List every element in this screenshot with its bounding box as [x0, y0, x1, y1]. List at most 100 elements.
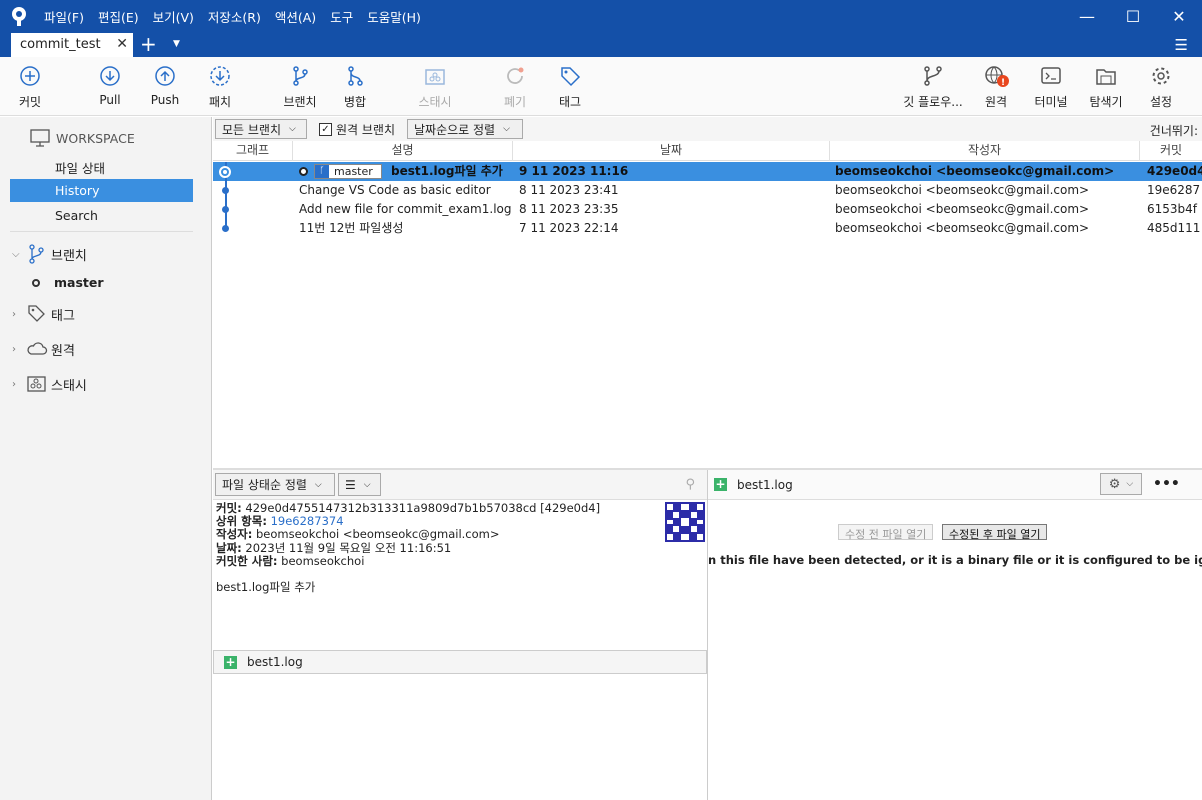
tag-icon: [561, 67, 581, 87]
repo-tab[interactable]: commit_test ✕: [11, 33, 133, 57]
merge-button[interactable]: 병합: [325, 65, 385, 110]
diff-file-name: best1.log: [737, 477, 793, 492]
sidebar-section-branches[interactable]: ⌵ 브랜치: [12, 244, 87, 264]
sidebar-item-search[interactable]: Search: [10, 204, 193, 227]
sidebar-item-file-status[interactable]: 파일 상태: [10, 154, 193, 177]
column-header-commit[interactable]: 커밋: [1140, 141, 1202, 161]
commit-description: 11번 12번 파일생성: [299, 221, 404, 235]
view-mode-dropdown[interactable]: ☰ ⌵: [338, 473, 381, 496]
remote-button[interactable]: ! 원격: [966, 65, 1026, 110]
toolbar: 커밋 Pull Push 패치 브랜치 병합 스태시 폐기 태그 깃 플로우..…: [0, 57, 1202, 116]
search-icon[interactable]: ⚲: [685, 477, 695, 492]
branch-icon: [293, 66, 308, 86]
open-after-button[interactable]: 수정된 후 파일 열기: [942, 524, 1048, 541]
hamburger-menu-icon[interactable]: ☰: [1175, 36, 1188, 54]
avatar: [665, 502, 705, 542]
more-options-icon[interactable]: •••: [1153, 476, 1180, 492]
remote-branches-checkbox[interactable]: ✓ 원격 브랜치: [319, 121, 395, 138]
current-branch-icon: [32, 278, 40, 287]
commit-description: Add new file for commit_exam1.log: [299, 202, 512, 216]
commit-row[interactable]: 11번 12번 파일생성 7 11 2023 22:14 beomseokcho…: [213, 219, 1202, 238]
commit-button[interactable]: 커밋: [0, 65, 60, 110]
globe-warning-icon: !: [985, 66, 1009, 87]
diff-options-button[interactable]: ⚙ ⌵: [1100, 473, 1142, 495]
folder-icon: [1096, 69, 1116, 85]
fetch-icon: [210, 66, 230, 86]
terminal-button[interactable]: 터미널: [1021, 65, 1081, 110]
close-window-button[interactable]: ✕: [1156, 0, 1202, 32]
commit-hash: 19e6287: [1147, 183, 1201, 197]
commit-row[interactable]: Add new file for commit_exam1.log 8 11 2…: [213, 200, 1202, 219]
commit-icon: [20, 66, 40, 86]
chevron-right-icon: ›: [12, 378, 16, 390]
window-controls: — ☐ ✕: [1064, 0, 1202, 32]
stash-button[interactable]: 스태시: [405, 65, 465, 110]
push-icon: [155, 66, 175, 86]
gear-icon: [1152, 67, 1170, 85]
branch-button[interactable]: 브랜치: [270, 65, 330, 110]
menu-tools[interactable]: 도구: [330, 7, 353, 26]
minimize-button[interactable]: —: [1064, 0, 1110, 32]
workspace-header: WORKSPACE: [30, 129, 135, 147]
column-header-author[interactable]: 작성자: [830, 141, 1140, 161]
fetch-button[interactable]: 패치: [190, 65, 250, 110]
discard-icon: [507, 67, 524, 84]
author-value: beomseokchoi <beomseokc@gmail.com>: [256, 527, 500, 542]
menu-view[interactable]: 보기(V): [153, 7, 194, 26]
push-button[interactable]: Push: [135, 65, 195, 107]
commit-full-hash: 429e0d4755147312b313311a9809d7b1b57038cd…: [245, 501, 601, 515]
commit-author: beomseokchoi <beomseokc@gmail.com>: [835, 221, 1090, 235]
add-tab-icon[interactable]: +: [140, 33, 157, 55]
head-commit-node: [219, 166, 231, 178]
menu-help[interactable]: 도움말(H): [367, 7, 421, 26]
sort-dropdown[interactable]: 날짜순으로 정렬 ⌵: [407, 119, 523, 139]
sidebar-item-history[interactable]: History: [10, 179, 193, 202]
column-header-graph[interactable]: 그래프: [213, 141, 293, 161]
file-added-icon: +: [714, 477, 727, 491]
file-sort-dropdown[interactable]: 파일 상태순 정렬 ⌵: [215, 473, 335, 496]
sidebar-section-stashes[interactable]: › 스태시: [12, 374, 87, 394]
sidebar-divider: [10, 231, 193, 232]
menu-actions[interactable]: 액션(A): [275, 7, 316, 26]
commit-hash: 429e0d4: [1147, 164, 1202, 178]
explorer-button[interactable]: 탐색기: [1076, 65, 1136, 110]
sidebar: WORKSPACE 파일 상태 History Search ⌵ 브랜치 mas…: [0, 117, 212, 800]
settings-button[interactable]: 설정: [1131, 65, 1191, 110]
commit-row[interactable]: Change VS Code as basic editor 8 11 2023…: [213, 181, 1202, 200]
history-column-headers: 그래프 설명 날짜 작성자 커밋: [213, 141, 1202, 161]
chevron-down-icon[interactable]: ▼: [173, 39, 180, 49]
discard-button[interactable]: 폐기: [485, 65, 545, 110]
menu-repository[interactable]: 저장소(R): [208, 7, 261, 26]
open-before-button[interactable]: 수정 전 파일 열기: [838, 524, 934, 541]
changed-file-row[interactable]: + best1.log: [213, 650, 707, 674]
commit-node: [222, 206, 229, 213]
gitflow-button[interactable]: 깃 플로우...: [897, 65, 969, 110]
menu-file[interactable]: 파일(F): [44, 7, 84, 26]
vertical-pane-splitter[interactable]: [707, 470, 708, 800]
commit-hash: 485d111: [1147, 221, 1201, 235]
close-icon[interactable]: ✕: [116, 36, 128, 52]
sidebar-section-remotes[interactable]: › 원격: [12, 339, 75, 359]
chevron-down-icon: ⌵: [12, 248, 20, 260]
pull-button[interactable]: Pull: [80, 65, 140, 107]
binary-file-message: n this file have been detected, or it is…: [708, 553, 1202, 567]
sidebar-branch-master[interactable]: master: [32, 275, 104, 290]
menu-edit[interactable]: 편집(E): [98, 7, 139, 26]
branch-label-master[interactable]: ᚴ master: [314, 164, 382, 179]
commit-author: beomseokchoi <beomseokc@gmail.com>: [835, 183, 1090, 197]
commit-date: 9 11 2023 11:16: [519, 164, 629, 178]
tag-button[interactable]: 태그: [540, 65, 600, 110]
sidebar-section-tags[interactable]: › 태그: [12, 304, 75, 324]
maximize-button[interactable]: ☐: [1110, 0, 1156, 32]
list-icon: ☰: [345, 477, 356, 492]
stash-icon: [27, 376, 46, 392]
commit-node: [222, 225, 229, 232]
column-header-description[interactable]: 설명: [293, 141, 513, 161]
branches-dropdown[interactable]: 모든 브랜치 ⌵: [215, 119, 307, 139]
column-header-date[interactable]: 날짜: [513, 141, 830, 161]
merge-icon: [348, 66, 363, 86]
file-pane-toolbar: 파일 상태순 정렬 ⌵ ☰ ⌵ ⚲: [213, 470, 707, 500]
menu-bar: 파일(F) 편집(E) 보기(V) 저장소(R) 액션(A) 도구 도움말(H): [44, 0, 435, 32]
parent-commit-link[interactable]: 19e6287374: [271, 514, 344, 528]
commit-date: 8 11 2023 23:41: [519, 183, 619, 197]
